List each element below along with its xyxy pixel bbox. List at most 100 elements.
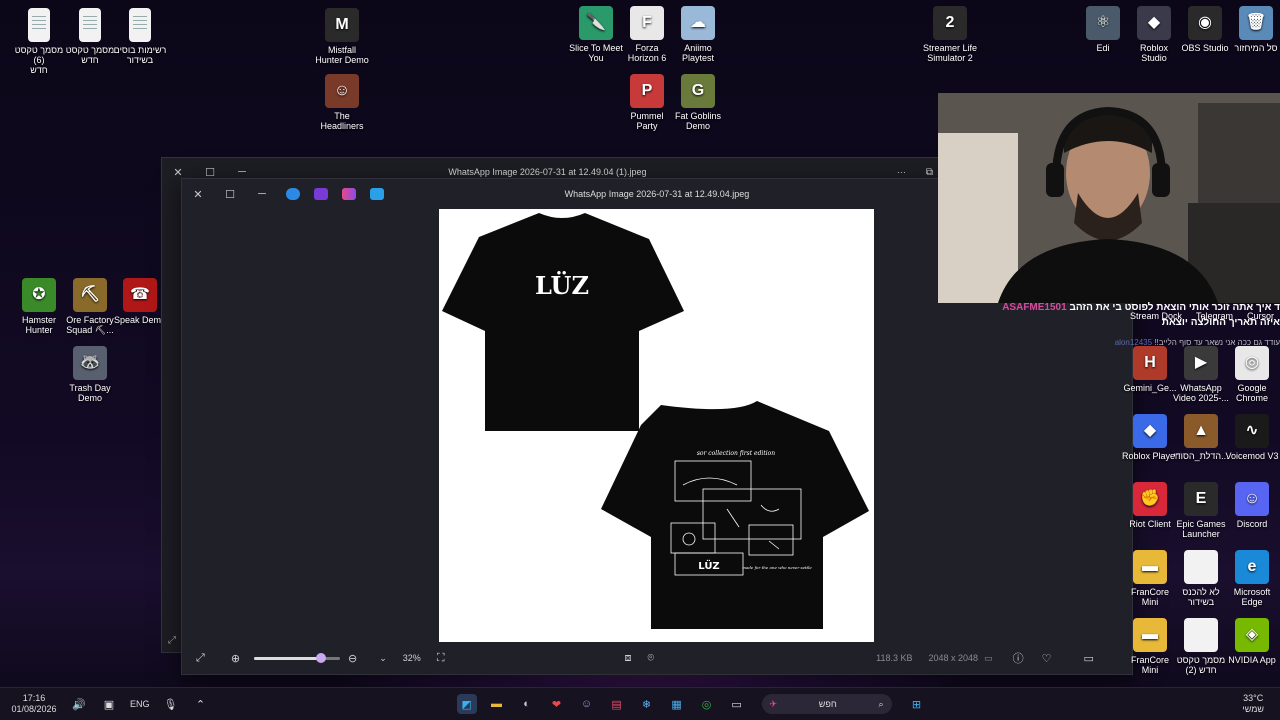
chrome-icon[interactable]: ◎ (697, 694, 717, 714)
fit-to-window-icon[interactable]: ⛶ (437, 652, 445, 665)
app-icon: ⚛ (1086, 6, 1120, 40)
crop-icon[interactable]: ⧈ (625, 652, 632, 665)
app-icon: P (630, 74, 664, 108)
app-icon[interactable]: ❤ (547, 694, 567, 714)
desktop-icon[interactable]: ◎ Google Chrome (1222, 346, 1280, 403)
back-print-title: sor collection first edition (697, 450, 775, 457)
back-print-logo: LÜZ (698, 558, 719, 572)
desktop-icon-sublabel: Demo (77, 393, 102, 403)
desktop-icon-label: Fat Goblins (674, 111, 722, 121)
zoom-slider-knob[interactable] (316, 652, 327, 663)
desktop-icon-label: Aniimo (684, 43, 712, 53)
app-icon: 🔪 (579, 6, 613, 40)
desktop-icon-label: The (334, 111, 350, 121)
desktop-icon[interactable]: ∿ Voicemod V3 (1222, 414, 1280, 461)
photos-app-icon[interactable]: ◩ (456, 694, 477, 714)
desktop-icon-sublabel: Edge (1241, 597, 1263, 607)
desktop-icon-label: Trash Day (69, 383, 111, 393)
background-window-title: WhatsApp Image 2026-07-31 at 12.49.04 (1… (448, 167, 647, 177)
back-print-caption: made for the one who never settle (742, 565, 812, 570)
microphone-icon[interactable]: 🎙 (161, 694, 181, 714)
tshirt-image: LÜZ sor collection first edition LÜZ mad… (442, 213, 869, 629)
desktop-icon-sublabel: Studio (1141, 53, 1167, 63)
app-icon: H (1133, 346, 1167, 380)
file-size: 118.3 KB (876, 653, 913, 663)
app-icon: ∿ (1235, 414, 1269, 448)
webcam-figure (938, 93, 1280, 303)
visual-search-icon[interactable]: ⌾ (648, 652, 655, 665)
filmstrip-icon[interactable]: ▭ (1083, 652, 1093, 665)
discord-icon[interactable]: ☺ (577, 694, 597, 714)
desktop-icon-sublabel: בשידור (126, 55, 154, 65)
back-tshirt (601, 401, 869, 629)
desktop-icon-sublabel: Playtest (681, 53, 714, 63)
text-document-icon (28, 8, 50, 42)
taskbar-search[interactable]: ✈ חפש ⌕ (761, 694, 892, 714)
weather-widget[interactable]: 33°C שמשי (1242, 693, 1264, 715)
app-icon: M (325, 8, 359, 42)
search-placeholder: חפש (818, 699, 837, 709)
zoom-slider[interactable] (254, 652, 341, 663)
desktop-icon-sublabel: חדש (30, 65, 48, 75)
resize-icon[interactable]: ⤢ (168, 635, 176, 646)
chevron-down-icon[interactable]: ⌄ (379, 653, 387, 664)
weather-condition: שמשי (1242, 704, 1264, 714)
webcam-overlay (938, 93, 1280, 303)
chevron-up-icon[interactable]: ⌃ (191, 694, 211, 714)
info-icon[interactable]: ⓘ (1013, 650, 1024, 666)
zoom-level[interactable]: 32% (403, 653, 421, 663)
speaker-icon[interactable]: 🔊 (69, 694, 89, 714)
desktop-icon-sublabel: Hunter Demo (315, 55, 369, 65)
app-icon: ◆ (1137, 6, 1171, 40)
desktop-icon[interactable]: ◈ NVIDIA App (1222, 618, 1280, 665)
text-document-icon (79, 8, 101, 42)
zoom-out-icon[interactable]: ⊖ (348, 652, 357, 665)
favorite-heart-icon[interactable]: ♡ (1042, 652, 1052, 665)
task-view-icon[interactable]: ▭ (727, 694, 747, 714)
chat-username: ASAFME1501 (1002, 302, 1067, 313)
desktop-icon[interactable]: 🗑 סל המיחזור (1226, 6, 1280, 53)
desktop-icon[interactable]: e Microsoft Edge (1222, 550, 1280, 607)
fullscreen-icon[interactable]: ⤢ (196, 652, 205, 665)
app-icon[interactable]: ❄ (637, 694, 657, 714)
desktop-icon[interactable]: 2 Streamer Life Simulator 2 (920, 6, 980, 63)
search-icon: ⌕ (878, 698, 884, 709)
maximize-icon[interactable]: ☐ (194, 166, 226, 179)
picture-in-picture-icon[interactable]: ⧉ (926, 167, 933, 178)
app-icon: ◎ (1235, 346, 1269, 380)
language-indicator[interactable]: ENG (130, 699, 150, 709)
desktop-icon-sublabel: Launcher (1182, 529, 1220, 539)
app-icon: ▬ (1133, 618, 1167, 652)
desktop-icon[interactable]: M Mistfall Hunter Demo (312, 8, 372, 65)
desktop-icon-sublabel: חדש (2) (1185, 665, 1217, 675)
viewer-bottom-toolbar: ⤢ ⊕ ⊖ ⌄ 32% ⛶ ⧈ ⌾ 118.3 KB 2048 x 2048 ▭… (182, 642, 1132, 674)
app-icon[interactable]: ▤ (607, 694, 627, 714)
desktop-icon-sublabel: Chrome (1235, 393, 1268, 403)
start-icon[interactable]: ⊞ (907, 694, 927, 714)
image-canvas[interactable]: LÜZ sor collection first edition LÜZ mad… (439, 209, 874, 642)
desktop-icon[interactable]: G Fat Goblins Demo (668, 74, 728, 131)
app-icon: ▶ (1184, 346, 1218, 380)
steam-icon[interactable]: ◐ (517, 694, 537, 714)
close-icon[interactable]: ✕ (162, 166, 194, 179)
cursor-label: Cursor (1247, 311, 1275, 321)
image-dimensions: 2048 x 2048 (928, 653, 979, 663)
network-icon[interactable]: ▣ (99, 694, 119, 714)
clock[interactable]: 17:16 01/08/2026 (4, 693, 64, 715)
app-icon: 2 (933, 6, 967, 40)
store-icon[interactable]: ▦ (667, 694, 687, 714)
desktop-icon[interactable]: רשימות בוסים בשידור (110, 8, 170, 65)
app-icon (1184, 618, 1218, 652)
desktop-icon[interactable]: 🦝 Trash Day Demo (60, 346, 120, 403)
desktop-icon-sublabel: Headliners (320, 121, 364, 131)
file-explorer-icon[interactable]: ▬ (487, 694, 507, 714)
desktop-icon[interactable]: ☁ Aniimo Playtest (668, 6, 728, 63)
desktop-icon[interactable]: ☺ The Headliners (312, 74, 372, 131)
minimize-icon[interactable]: ─ (226, 166, 258, 178)
more-icon[interactable]: ··· (897, 167, 906, 177)
app-icon: ◆ (1133, 414, 1167, 448)
overlay-icon-labels: Stream Dock Telegram Cursor (1130, 311, 1274, 321)
app-icon: ☎ (123, 278, 157, 312)
desktop-icon[interactable]: ☺ Discord (1222, 482, 1280, 529)
zoom-in-icon[interactable]: ⊕ (231, 652, 240, 665)
